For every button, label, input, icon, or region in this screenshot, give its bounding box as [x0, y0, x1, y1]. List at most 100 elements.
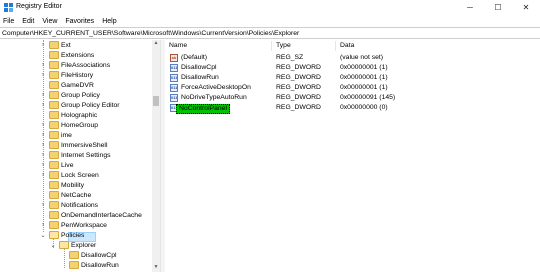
- menu-edit[interactable]: Edit: [22, 18, 34, 25]
- folder-icon: [49, 191, 59, 199]
- value-row-selected[interactable]: 011 NoControlPanel REG_DWORD 0x00000000 …: [165, 103, 540, 114]
- expand-icon[interactable]: ›: [40, 92, 46, 98]
- tree-item-immersiveshell[interactable]: › ImmersiveShell: [0, 140, 150, 150]
- folder-icon: [49, 211, 59, 219]
- folder-icon: [49, 101, 59, 109]
- tree-item-label: Ext: [61, 41, 71, 49]
- folder-open-icon: [49, 231, 59, 239]
- tree-item-explorer[interactable]: ⌄ Explorer: [0, 240, 150, 250]
- tree-item-label: Explorer: [71, 241, 97, 249]
- tree-item-label: Lock Screen: [61, 171, 99, 179]
- tree-item-label: DisallowCpl: [81, 251, 117, 259]
- value-type: REG_DWORD: [276, 74, 321, 81]
- expand-icon[interactable]: ›: [40, 72, 46, 78]
- menu-view[interactable]: View: [42, 18, 57, 25]
- tree-item-live[interactable]: › Live: [0, 160, 150, 170]
- tree-item-holographic[interactable]: Holographic: [0, 110, 150, 120]
- value-name: ForceActiveDesktopOn: [181, 84, 251, 91]
- expand-icon[interactable]: ›: [40, 172, 46, 178]
- key-tree: › Ext Extensions › FileAssociations › Fi…: [0, 40, 160, 272]
- tree-item-disallowrun[interactable]: DisallowRun: [0, 260, 150, 270]
- expand-icon[interactable]: ›: [40, 102, 46, 108]
- column-header-name[interactable]: Name: [169, 41, 187, 51]
- tree-item-penworkspace[interactable]: › PenWorkspace: [0, 220, 150, 230]
- value-name-edit-field[interactable]: NoControlPanel: [176, 104, 230, 114]
- expand-icon[interactable]: ›: [40, 132, 46, 138]
- expand-icon[interactable]: ›: [40, 162, 46, 168]
- title-bar: Registry Editor ─ ☐ ✕: [0, 0, 540, 15]
- tree-item-label: Policies: [61, 231, 85, 239]
- tree-item-label: Group Policy Editor: [61, 101, 120, 109]
- folder-icon: [49, 61, 59, 69]
- tree-item-gamedvr[interactable]: GameDVR: [0, 80, 150, 90]
- tree-item-label: FileAssociations: [61, 61, 111, 69]
- menu-favorites[interactable]: Favorites: [65, 18, 94, 25]
- collapse-icon[interactable]: ⌄: [40, 232, 46, 239]
- menu-bar: File Edit View Favorites Help: [0, 15, 540, 27]
- tree-item-homegroup[interactable]: › HomeGroup: [0, 120, 150, 130]
- tree-item-group-policy[interactable]: › Group Policy: [0, 90, 150, 100]
- scroll-up-icon[interactable]: ▲: [152, 40, 160, 48]
- column-divider[interactable]: [335, 41, 336, 51]
- address-bar[interactable]: Computer\HKEY_CURRENT_USER\Software\Micr…: [0, 27, 540, 39]
- tree-item-fileassociations[interactable]: › FileAssociations: [0, 60, 150, 70]
- tree-item-label: ImmersiveShell: [61, 141, 108, 149]
- tree-item-lock-screen[interactable]: › Lock Screen: [0, 170, 150, 180]
- tree-scrollbar[interactable]: ▲ ▼: [152, 40, 160, 272]
- tree-item-ext[interactable]: › Ext: [0, 40, 150, 50]
- tree-item-notifications[interactable]: › Notifications: [0, 200, 150, 210]
- close-button[interactable]: ✕: [512, 0, 540, 15]
- reg-sz-icon: ab: [170, 54, 178, 62]
- value-row[interactable]: 011 ForceActiveDesktopOn REG_DWORD 0x000…: [165, 83, 540, 93]
- expand-icon[interactable]: ›: [40, 202, 46, 208]
- tree-item-policies[interactable]: ⌄ Policies: [0, 230, 150, 240]
- value-name: DisallowRun: [181, 74, 219, 81]
- folder-open-icon: [59, 241, 69, 249]
- expand-icon[interactable]: ›: [40, 122, 46, 128]
- tree-item-label: HomeGroup: [61, 121, 99, 129]
- tree-item-group-policy-editor[interactable]: › Group Policy Editor: [0, 100, 150, 110]
- tree-item-label: Internet Settings: [61, 151, 111, 159]
- expand-icon[interactable]: ›: [40, 142, 46, 148]
- tree-item-netcache[interactable]: NetCache: [0, 190, 150, 200]
- value-row[interactable]: 011 DisallowRun REG_DWORD 0x00000001 (1): [165, 73, 540, 83]
- folder-icon: [49, 151, 59, 159]
- tree-item-extensions[interactable]: Extensions: [0, 50, 150, 60]
- reg-dword-icon: 011: [170, 84, 178, 92]
- expand-icon[interactable]: ›: [40, 42, 46, 48]
- tree-item-ondemandinterfacecache[interactable]: OnDemandInterfaceCache: [0, 210, 150, 220]
- folder-icon: [49, 121, 59, 129]
- expand-icon[interactable]: ›: [40, 222, 46, 228]
- folder-icon: [49, 111, 59, 119]
- column-header-data[interactable]: Data: [340, 41, 354, 51]
- value-row[interactable]: 011 NoDriveTypeAutoRun REG_DWORD 0x00000…: [165, 93, 540, 103]
- value-type: REG_SZ: [276, 54, 304, 61]
- minimize-button[interactable]: ─: [456, 0, 484, 15]
- column-divider[interactable]: [271, 41, 272, 51]
- value-row[interactable]: 011 DisallowCpl REG_DWORD 0x00000001 (1): [165, 63, 540, 73]
- tree-item-internet-settings[interactable]: › Internet Settings: [0, 150, 150, 160]
- column-header-type[interactable]: Type: [276, 41, 291, 51]
- scroll-down-icon[interactable]: ▼: [152, 264, 160, 272]
- folder-icon: [49, 171, 59, 179]
- tree-item-ime[interactable]: › ime: [0, 130, 150, 140]
- reg-dword-icon: 011: [170, 74, 178, 82]
- scrollbar-thumb[interactable]: [153, 96, 159, 106]
- value-data: 0x00000000 (0): [340, 104, 388, 111]
- value-row[interactable]: ab (Default) REG_SZ (value not set): [165, 53, 540, 63]
- tree-item-disallowcpl[interactable]: DisallowCpl: [0, 250, 150, 260]
- collapse-icon[interactable]: ⌄: [50, 242, 56, 249]
- tree-item-label: ime: [61, 131, 72, 139]
- value-data: 0x00000001 (1): [340, 64, 388, 71]
- tree-item-filehistory[interactable]: › FileHistory: [0, 70, 150, 80]
- tree-item-label: Group Policy: [61, 91, 100, 99]
- value-data: (value not set): [340, 54, 384, 61]
- folder-icon: [49, 51, 59, 59]
- expand-icon[interactable]: ›: [40, 152, 46, 158]
- tree-item-mobility[interactable]: Mobility: [0, 180, 150, 190]
- menu-file[interactable]: File: [3, 18, 14, 25]
- maximize-button[interactable]: ☐: [484, 0, 512, 15]
- expand-icon[interactable]: ›: [40, 62, 46, 68]
- value-type: REG_DWORD: [276, 94, 321, 101]
- menu-help[interactable]: Help: [102, 18, 116, 25]
